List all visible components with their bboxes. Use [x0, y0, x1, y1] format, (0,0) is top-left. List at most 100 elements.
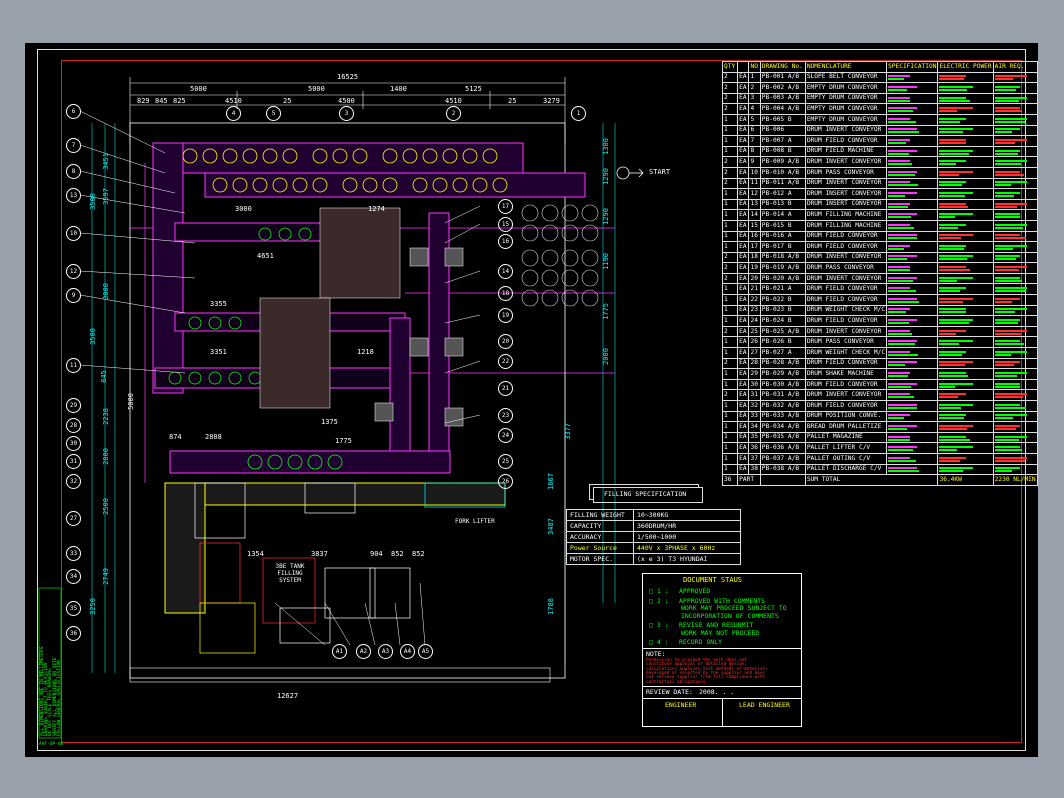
bom-cell-detail [886, 325, 939, 338]
bom-cell-name: DRUM FIELD CONVEYOR [804, 315, 888, 327]
bom-cell-name: DRUM FIELD CONVEYOR [804, 357, 888, 370]
filling-spec-title-box: FILLING SPECIFICATION [593, 487, 703, 503]
bom-cell-name: DRUM WEIGHT CHECK M/C [804, 304, 888, 317]
balloon: 4 [226, 106, 241, 121]
bom-cell-dwg: PB-030 A/B [759, 378, 806, 391]
bom-cell-detail [886, 156, 939, 168]
bom-cell-dwg: PB-033 A/B [759, 410, 806, 423]
bom-cell-detail [886, 166, 939, 179]
illegible-text-mark [994, 269, 1019, 272]
bom-cell-dwg: PB-032 A/B [759, 400, 806, 412]
illegible-text-mark [939, 205, 969, 208]
bom-row: 1 EA 32 PB-032 A/B DRUM FIELD CONVEYOR [721, 400, 1039, 412]
bom-row: 1 EA 7 PB-007 A DRUM FIELD CONVEYOR [721, 135, 1039, 147]
illegible-text-mark [994, 173, 1024, 176]
bom-row: 2 EA 11 PB-011 A/B DRUM INVERT CONVEYOR [721, 177, 1039, 190]
bom-cell-detail [886, 336, 939, 349]
bom-cell-dwg: PB-015 B [759, 219, 806, 232]
illegible-text-mark [888, 152, 910, 155]
bom-cell-no: 14 [748, 209, 761, 221]
bom-header-drawing: DRAWING No. [759, 61, 806, 73]
bom-row: 1 EA 22 PB-022 B DRUM FIELD CONVEYOR [721, 294, 1039, 306]
bom-cell-detail [886, 219, 939, 232]
bom-cell-qty: 1 [721, 410, 739, 423]
bom-cell-ea: EA [737, 283, 750, 296]
bom-cell-dwg: PB-027 A [759, 347, 806, 359]
bom-cell-qty: 1 [721, 135, 739, 147]
bom-cell-qty: 1 [721, 209, 739, 221]
bom-cell-no: 32 [748, 400, 761, 412]
illegible-text-mark [888, 353, 919, 356]
bom-body: QTY NO DRAWING No. NOMENCLATURE SPECIFIC… [721, 61, 1039, 486]
bom-row: 2 EA 18 PB-018 A/B DRUM INVERT CONVEYOR [721, 251, 1039, 264]
review-date-value: 2008. . . [699, 688, 735, 696]
illegible-text-mark [888, 131, 920, 134]
bom-cell-ea: EA [737, 241, 750, 253]
illegible-text-mark [939, 329, 967, 332]
illegible-text-mark [939, 322, 970, 325]
bom-cell-qty: 2 [721, 251, 739, 264]
bom-cell-qty: 1 [721, 145, 739, 158]
bom-cell-ea: EA [737, 357, 750, 370]
illegible-text-mark [939, 467, 974, 470]
illegible-text-mark [888, 332, 913, 335]
bom-cell-qty: 1 [721, 124, 739, 137]
bom-cell-name: EMPTY DRUM CONVEYOR [804, 103, 888, 115]
bom-cell-detail [992, 442, 1039, 454]
bom-cell-ea: EA [737, 378, 750, 391]
bom-cell-dwg: PB-026 B [759, 336, 806, 349]
bom-cell-detail [992, 294, 1039, 306]
illegible-text-mark [994, 311, 1015, 314]
illegible-text-mark [939, 414, 967, 417]
illegible-text-mark [994, 96, 1027, 99]
bom-cell-qty: 2 [721, 325, 739, 338]
illegible-text-mark [888, 223, 911, 226]
balloon: 22 [498, 354, 513, 369]
bom-cell-name: DRUM INVERT CONVEYOR [804, 177, 888, 190]
illegible-text-mark [939, 459, 961, 462]
bom-cell-ea: EA [737, 431, 750, 444]
bom-cell-detail [886, 135, 939, 147]
illegible-text-mark [994, 385, 1020, 388]
illegible-text-mark [888, 194, 906, 197]
illegible-text-mark [939, 131, 964, 134]
spec-label: ACCURACY [566, 531, 634, 543]
bom-cell-detail [937, 103, 994, 115]
bom-cell-ea: EA [737, 82, 750, 94]
bom-cell-detail [937, 198, 994, 211]
illegible-text-mark [939, 385, 956, 388]
illegible-text-mark [994, 223, 1027, 226]
bom-cell-ea: EA [737, 103, 750, 115]
bom-cell-no: 13 [748, 198, 761, 211]
illegible-text-mark [994, 470, 1012, 473]
illegible-text-mark [994, 403, 1020, 406]
bom-row: 2 EA 10 PB-010 A/B DRUM PASS CONVEYOR [721, 166, 1039, 179]
illegible-text-mark [888, 269, 911, 272]
bom-cell-ea: EA [737, 230, 750, 243]
bom-cell-ea: EA [737, 304, 750, 317]
bom-cell-no: 7 [748, 135, 761, 147]
spec-label: MOTOR SPEC. [566, 553, 634, 565]
palletizing-area [194, 482, 506, 654]
bom-cell-name: DRUM FIELD CONVEYOR [804, 241, 888, 253]
bom-header-air: AIR REQ. [992, 61, 1039, 73]
illegible-text-mark [939, 290, 961, 293]
illegible-text-mark [994, 287, 1027, 290]
illegible-text-mark [939, 396, 959, 399]
bom-cell-qty: 1 [721, 431, 739, 444]
doc-status-text: WORK MAY NOT PROCEED [681, 628, 760, 637]
illegible-text-mark [939, 427, 968, 430]
illegible-text-mark [939, 311, 967, 314]
bom-row: 2 EA 20 PB-020 A/B DRUM INVERT CONVEYOR [721, 272, 1039, 285]
bom-row: 1 EA 12 PB-012 A DRUM INSERT CONVEYOR [721, 188, 1039, 200]
illegible-text-mark [888, 372, 911, 375]
bom-cell-no: 11 [748, 177, 761, 190]
dimension-left: 2500 [101, 498, 110, 515]
illegible-text-mark [888, 329, 911, 332]
bom-cell-no: 37 [748, 452, 761, 465]
illegible-text-mark [888, 266, 911, 269]
illegible-text-mark [994, 319, 1020, 322]
dimension-inner: 852 [412, 550, 425, 558]
tank-label-line: 3BE TANK [275, 563, 305, 570]
illegible-text-mark [994, 213, 1020, 216]
